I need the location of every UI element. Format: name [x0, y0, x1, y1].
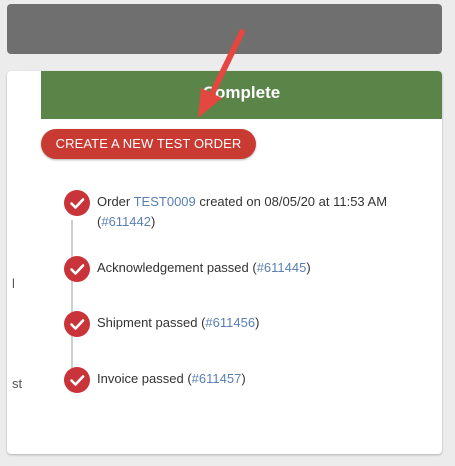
- event-prefix: Shipment passed (: [97, 315, 206, 330]
- event-details: created on 08/05/20 at 11:53 AM: [195, 194, 388, 209]
- timeline-connector: [71, 220, 73, 380]
- event-text: Order TEST0009 created on 08/05/20 at 11…: [97, 192, 427, 232]
- event-ref-link[interactable]: #611442: [101, 214, 151, 229]
- paren-close: ): [306, 260, 311, 275]
- order-id-link[interactable]: TEST0009: [134, 194, 196, 209]
- event-prefix: Acknowledgement passed (: [97, 260, 257, 275]
- event-ref-link[interactable]: #611457: [192, 371, 242, 386]
- paren-close: ): [151, 214, 156, 229]
- annotation-arrow-icon: [198, 29, 245, 118]
- event-text: Shipment passed (#611456): [97, 313, 427, 333]
- create-new-test-order-button[interactable]: CREATE A NEW TEST ORDER: [41, 129, 256, 159]
- event-ref-link[interactable]: #611445: [257, 260, 307, 275]
- event-text: Invoice passed (#611457): [97, 369, 427, 389]
- check-circle-icon: [64, 256, 90, 282]
- check-circle-icon: [64, 367, 90, 393]
- event-text: Acknowledgement passed (#611445): [97, 258, 427, 278]
- paren-close: ): [241, 371, 246, 386]
- check-circle-icon: [64, 190, 90, 216]
- clipped-label-fragment: st: [12, 376, 23, 391]
- check-circle-icon: [64, 311, 90, 337]
- clipped-label-fragment: l: [12, 276, 15, 291]
- paren-close: ): [255, 315, 260, 330]
- event-prefix: Invoice passed (: [97, 371, 192, 386]
- event-ref-link[interactable]: #611456: [205, 315, 255, 330]
- event-prefix: Order: [97, 194, 134, 209]
